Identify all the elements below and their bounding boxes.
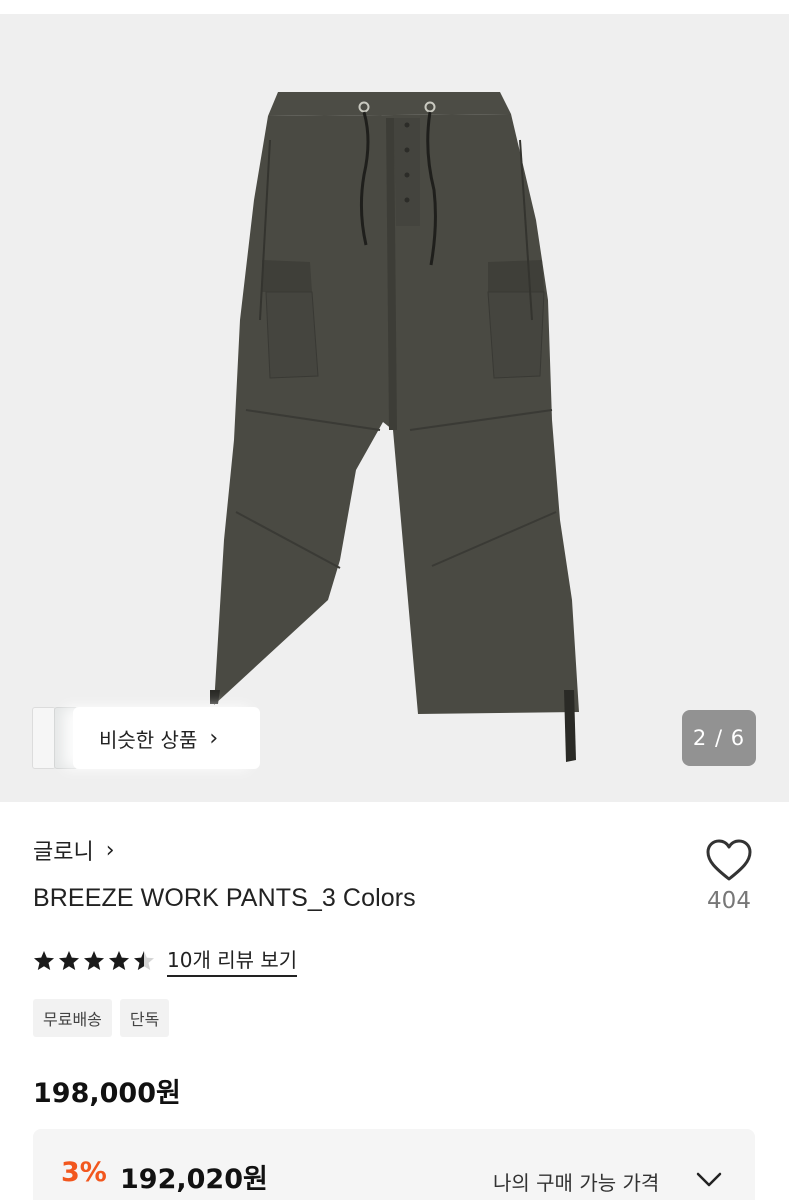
discount-price-box[interactable]: 3% 192,020원 나의 구매 가능 가격 [33, 1129, 755, 1200]
similar-products-button[interactable]: 비슷한 상품 › [73, 707, 260, 769]
tag-exclusive: 단독 [119, 999, 170, 1037]
brand-link[interactable]: 글로니 › [33, 834, 115, 866]
chevron-down-icon[interactable] [695, 1171, 723, 1189]
product-title: BREEZE WORK PANTS_3 Colors [33, 884, 416, 912]
tag-free-shipping: 무료배송 [33, 999, 112, 1037]
product-tags: 무료배송 단독 [33, 999, 170, 1037]
original-price: 198,000원 [33, 1078, 181, 1109]
discount-rate: 3% [61, 1157, 107, 1188]
like-button[interactable]: 404 [692, 838, 766, 914]
star-icon [84, 950, 104, 970]
product-image-pants [210, 92, 579, 762]
brand-name: 글로니 [33, 840, 94, 865]
rating-row: 10개 리뷰 보기 [33, 944, 298, 977]
like-count: 404 [707, 888, 751, 914]
star-icon [134, 950, 154, 970]
image-page-indicator: 2 / 6 [682, 710, 756, 766]
product-image-gallery[interactable]: 비슷한 상품 › 2 / 6 [0, 0, 789, 802]
star-icon [109, 950, 129, 970]
discount-price: 192,020원 [120, 1164, 268, 1195]
star-icon [59, 950, 79, 970]
similar-thumb [32, 707, 56, 769]
star-icon [34, 950, 54, 970]
chevron-right-icon: › [209, 725, 219, 751]
chevron-right-icon: › [105, 837, 115, 863]
similar-products-label: 비슷한 상품 [99, 727, 198, 752]
my-purchase-price-label: 나의 구매 가능 가격 [493, 1171, 660, 1195]
rating-stars [33, 950, 155, 972]
review-link[interactable]: 10개 리뷰 보기 [167, 944, 298, 977]
heart-outline-icon [706, 839, 752, 881]
